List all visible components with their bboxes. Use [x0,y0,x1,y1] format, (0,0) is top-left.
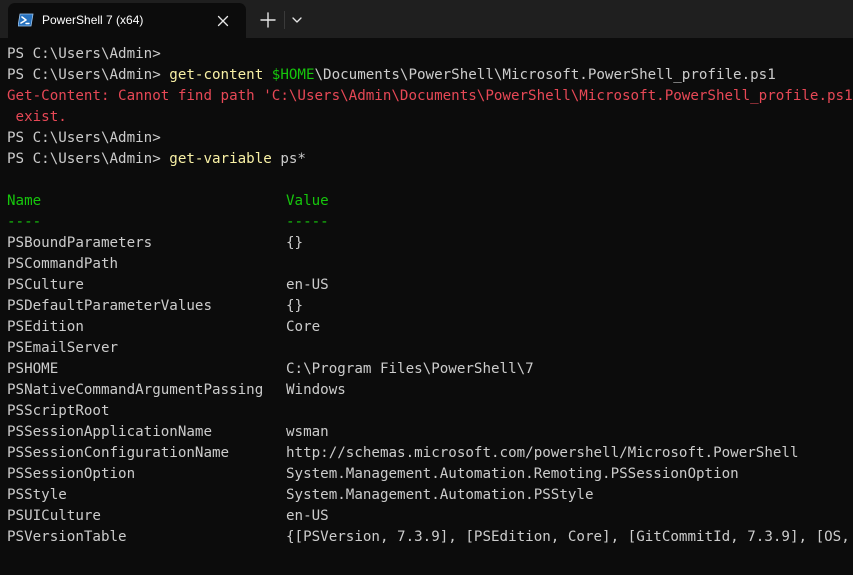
titlebar-divider [284,11,285,29]
table-row: PSStyle System.Management.Automation.PSSt… [0,485,853,506]
terminal-line: PS C:\Users\Admin> get-variable ps* [0,149,853,170]
row-value: {} [286,235,304,251]
table-row: PSEmailServer [0,338,853,359]
table-header-underline: ---- ----- [0,212,853,233]
row-name: PSUICulture [7,508,101,524]
powershell-icon [17,13,34,27]
chevron-down-icon[interactable] [289,12,305,28]
row-name: PSVersionTable [7,529,127,545]
header-value: Value [286,193,329,209]
header-value-underline: ----- [286,214,329,230]
row-value: en-US [286,508,329,524]
argument-text: \Documents\PowerShell\Microsoft.PowerShe… [314,67,776,83]
row-value: C:\Program Files\PowerShell\7 [286,361,534,377]
row-name: PSSessionConfigurationName [7,445,230,461]
prompt-text: PS C:\Users\Admin> [7,46,170,62]
prompt-text: PS C:\Users\Admin> [7,130,170,146]
row-name: PSSessionOption [7,466,136,482]
row-value: en-US [286,277,329,293]
row-name: PSNativeCommandArgumentPassing [7,382,264,398]
table-header: Name Value [0,191,853,212]
table-row: PSUICulture en-US [0,506,853,527]
terminal-window: PowerShell 7 (x64) PS C:\Users\Admin> PS… [0,0,853,575]
row-value: System.Management.Automation.PSStyle [286,487,594,503]
row-name: PSBoundParameters [7,235,153,251]
row-name: PSCulture [7,277,84,293]
close-icon[interactable] [214,12,232,30]
variable-text: $HOME [271,67,315,83]
error-line: Get-Content: Cannot find path 'C:\Users\… [0,86,853,107]
row-name: PSHOME [7,361,59,377]
table-row: PSSessionOption System.Management.Automat… [0,464,853,485]
row-name: PSEdition [7,319,84,335]
table-row: PSVersionTable {[PSVersion, 7.3.9], [PSEd… [0,527,853,548]
row-name: PSStyle [7,487,67,503]
prompt-text: PS C:\Users\Admin> [7,151,170,167]
header-name-underline: ---- [7,214,42,230]
terminal-output[interactable]: PS C:\Users\Admin> PS C:\Users\Admin> ge… [0,38,853,575]
error-line: exist. [0,107,853,128]
row-name: PSCommandPath [7,256,119,272]
table-row: PSScriptRoot [0,401,853,422]
error-text: exist. [7,109,67,125]
row-value: wsman [286,424,329,440]
terminal-line: PS C:\Users\Admin> [0,128,853,149]
tab-title: PowerShell 7 (x64) [42,13,144,27]
table-row: PSCulture en-US [0,275,853,296]
table-row: PSCommandPath [0,254,853,275]
row-name: PSDefaultParameterValues [7,298,212,314]
command-text: get-content [169,67,272,83]
terminal-line: PS C:\Users\Admin> get-content $HOME\Doc… [0,65,853,86]
command-text: get-variable [169,151,272,167]
header-name: Name [7,193,42,209]
row-name: PSEmailServer [7,340,119,356]
terminal-line: PS C:\Users\Admin> [0,44,853,65]
table-row: PSBoundParameters {} [0,233,853,254]
table-row: PSNativeCommandArgumentPassing Windows [0,380,853,401]
row-value: {} [286,298,304,314]
title-bar: PowerShell 7 (x64) [0,0,853,38]
error-text: Get-Content: Cannot find path 'C:\Users\… [7,88,853,104]
table-row: PSDefaultParameterValues {} [0,296,853,317]
row-name: PSSessionApplicationName [7,424,212,440]
row-value: System.Management.Automation.Remoting.PS… [286,466,739,482]
table-row: PSHOME C:\Program Files\PowerShell\7 [0,359,853,380]
row-value: Windows [286,382,346,398]
prompt-text: PS C:\Users\Admin> [7,67,170,83]
row-value: Core [286,319,321,335]
table-row: PSSessionApplicationName wsman [0,422,853,443]
new-tab-plus-icon[interactable] [258,10,278,30]
row-value: http://schemas.microsoft.com/powershell/… [286,445,799,461]
table-row: PSSessionConfigurationName http://schemas… [0,443,853,464]
tab-powershell[interactable]: PowerShell 7 (x64) [8,3,246,38]
row-value: {[PSVersion, 7.3.9], [PSEdition, Core], … [286,529,850,545]
row-name: PSScriptRoot [7,403,110,419]
table-row: PSEdition Core [0,317,853,338]
argument-text: ps* [271,151,306,167]
